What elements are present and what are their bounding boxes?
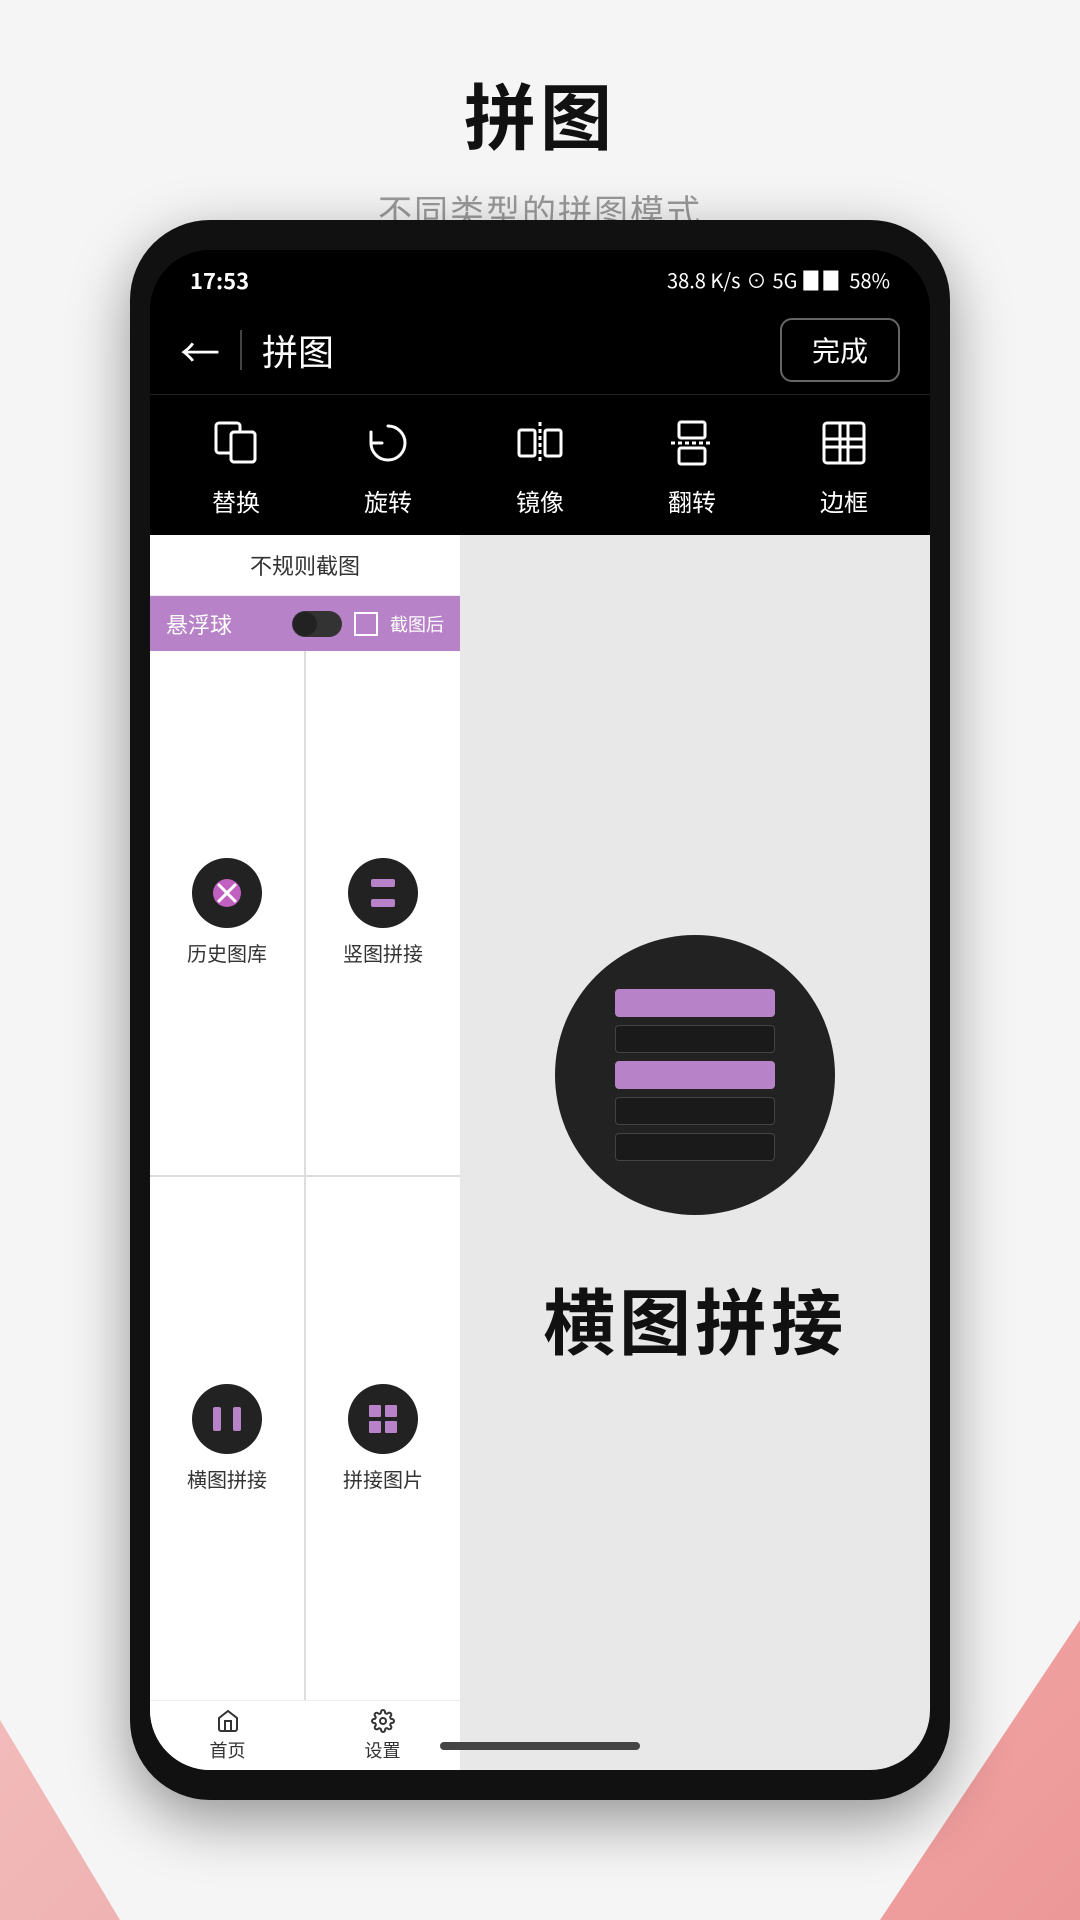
tool-replace-label: 替换 — [212, 483, 260, 518]
grid-item-history[interactable]: 历史图库 — [150, 651, 304, 1175]
grid-item-puzzle[interactable]: 拼接图片 — [306, 1177, 460, 1701]
stack-row-4 — [615, 1097, 775, 1125]
floating-checkbox[interactable] — [354, 612, 378, 636]
feature-title: 横图拼接 — [543, 1265, 847, 1370]
tool-replace[interactable]: 替换 — [206, 413, 266, 518]
tool-mirror[interactable]: 镜像 — [510, 413, 570, 518]
tool-rotate-label: 旋转 — [364, 483, 412, 518]
floating-toggle[interactable] — [292, 611, 342, 637]
page-header: 拼图 不同类型的拼图模式 — [0, 0, 1080, 254]
status-speed: 38.8 K/s — [667, 265, 740, 294]
right-panel: 横图拼接 — [460, 535, 930, 1770]
vertical-label: 竖图拼接 — [343, 938, 423, 967]
phone-screen: 17:53 38.8 K/s ⊙ 5G ▊▊ 58% ← 拼图 完成 — [150, 250, 930, 1770]
floating-bar: 悬浮球 截图后 — [150, 596, 460, 651]
left-panel-header: 不规则截图 — [150, 535, 460, 596]
status-5g: 5G — [772, 265, 797, 294]
app-header: ← 拼图 完成 — [150, 305, 930, 395]
horizontal-icon — [192, 1384, 262, 1454]
tool-mirror-label: 镜像 — [516, 483, 564, 518]
vertical-icon — [348, 858, 418, 928]
mirror-icon — [510, 413, 570, 473]
nav-settings[interactable]: 设置 — [305, 1701, 460, 1770]
stack-row-5 — [615, 1133, 775, 1161]
history-icon — [192, 858, 262, 928]
app-grid: 历史图库 竖图拼接 — [150, 651, 460, 1700]
grid-item-vertical[interactable]: 竖图拼接 — [306, 651, 460, 1175]
horizontal-label: 横图拼接 — [187, 1464, 267, 1493]
page-title: 拼图 — [0, 60, 1080, 165]
content-area: 不规则截图 悬浮球 截图后 — [150, 535, 930, 1770]
back-button[interactable]: ← — [180, 321, 220, 379]
inner-bottom-nav: 首页 设置 — [150, 1700, 460, 1770]
toolbar: 替换 旋转 — [150, 395, 930, 535]
stack-row-1 — [615, 989, 775, 1017]
replace-icon — [206, 413, 266, 473]
tool-rotate[interactable]: 旋转 — [358, 413, 418, 518]
border-icon — [814, 413, 874, 473]
tool-border[interactable]: 边框 — [814, 413, 874, 518]
phone-frame: 17:53 38.8 K/s ⊙ 5G ▊▊ 58% ← 拼图 完成 — [130, 220, 950, 1800]
stack-icon — [615, 989, 775, 1161]
bg-decoration-left — [0, 1720, 120, 1920]
flip-icon — [662, 413, 722, 473]
status-right: 38.8 K/s ⊙ 5G ▊▊ 58% — [667, 265, 890, 294]
tool-flip[interactable]: 翻转 — [662, 413, 722, 518]
stack-row-3 — [615, 1061, 775, 1089]
rotate-icon — [358, 413, 418, 473]
status-bar: 17:53 38.8 K/s ⊙ 5G ▊▊ 58% — [150, 250, 930, 305]
history-label: 历史图库 — [187, 938, 267, 967]
illustration-circle — [555, 935, 835, 1215]
nav-home[interactable]: 首页 — [150, 1701, 305, 1770]
toggle-knob — [293, 612, 317, 636]
tool-flip-label: 翻转 — [668, 483, 716, 518]
header-title: 拼图 — [262, 324, 780, 376]
floating-label: 悬浮球 — [166, 608, 280, 640]
nav-home-label: 首页 — [210, 1737, 246, 1763]
puzzle-label: 拼接图片 — [343, 1464, 423, 1493]
status-signal: ⊙ — [746, 265, 766, 294]
header-divider — [240, 330, 242, 370]
status-time: 17:53 — [190, 264, 249, 296]
floating-after-label: 截图后 — [390, 611, 444, 637]
stack-row-2 — [615, 1025, 775, 1053]
nav-settings-label: 设置 — [365, 1737, 401, 1763]
grid-item-horizontal[interactable]: 横图拼接 — [150, 1177, 304, 1701]
status-battery: 58% — [849, 265, 890, 294]
status-bars: ▊▊ — [803, 265, 843, 294]
puzzle-icon — [348, 1384, 418, 1454]
home-indicator — [440, 1742, 640, 1750]
left-panel: 不规则截图 悬浮球 截图后 — [150, 535, 460, 1770]
tool-border-label: 边框 — [820, 483, 868, 518]
done-button[interactable]: 完成 — [780, 318, 900, 382]
